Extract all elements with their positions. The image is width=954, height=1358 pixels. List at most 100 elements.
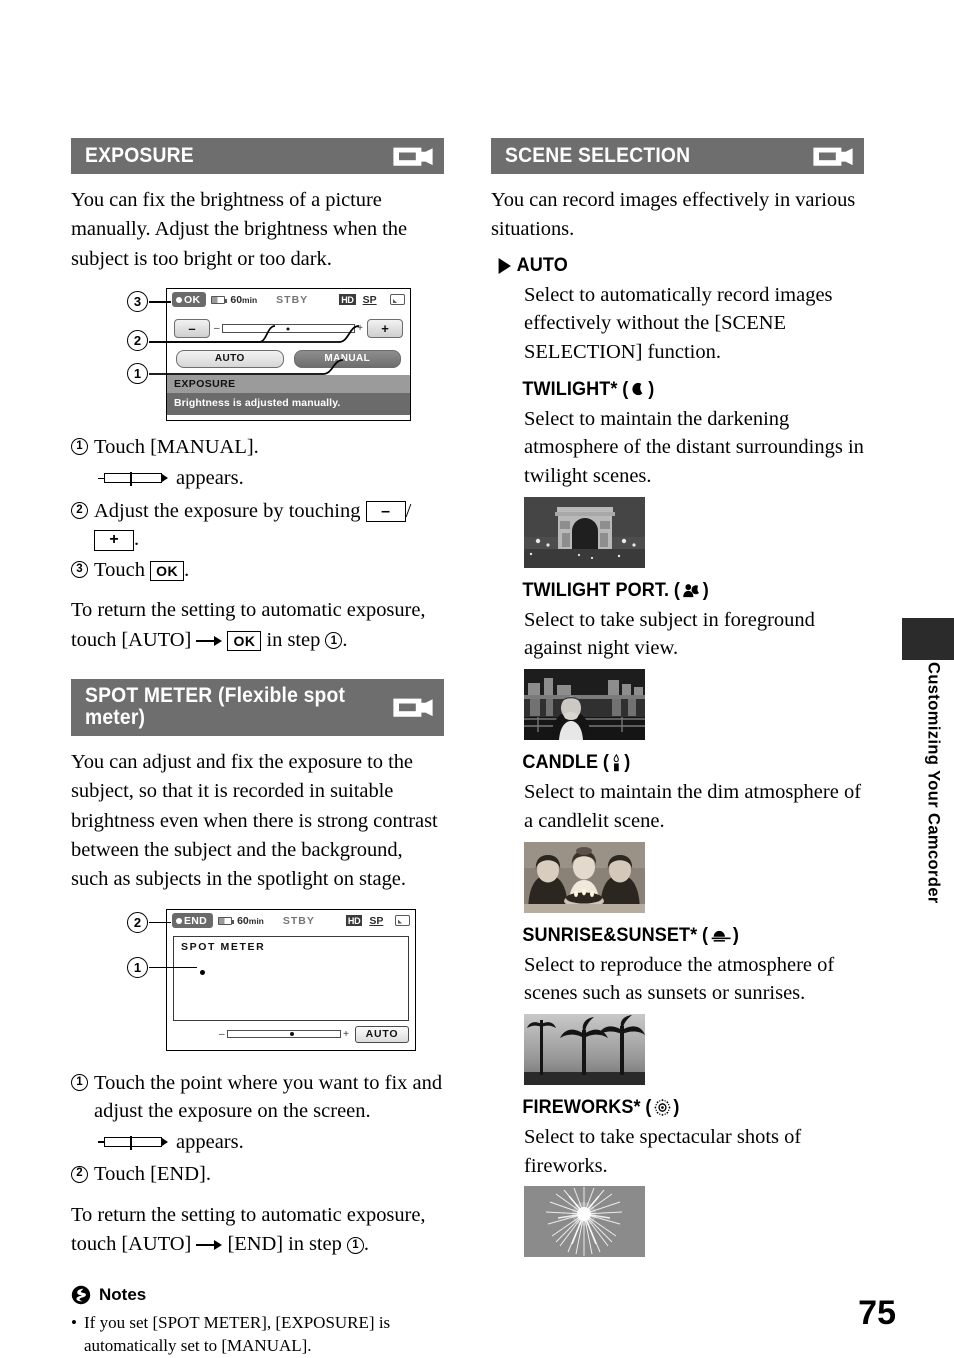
- spot-meter-area-title: SPOT METER: [181, 940, 266, 953]
- step-text: Adjust the exposure by touching – / +.: [94, 497, 444, 554]
- page-title-exposure: EXPOSURE: [85, 143, 194, 167]
- scene-item-heading: TWILIGHT * ( ): [522, 378, 655, 400]
- side-tab: Customizing Your Camcorder: [920, 662, 946, 962]
- portrait-night-city-photo: [524, 669, 645, 741]
- quality-hd-badge: HD: [345, 915, 363, 927]
- ok-button[interactable]: OK: [172, 292, 207, 308]
- return-text-mid: in step: [266, 628, 321, 651]
- spot-meter-slider[interactable]: – +: [173, 1029, 349, 1040]
- exposure-screen-diagram: 3 2 1 OK 60min STBY HD SP – – + + AUTO M…: [71, 287, 444, 423]
- scene-item-twilight-port[interactable]: TWILIGHT PORT. ( ) Select to take subjec…: [491, 579, 864, 741]
- scene-item-description: Select to maintain the darkening atmosph…: [524, 407, 864, 488]
- note-bullet: •: [71, 1313, 77, 1333]
- slider-track[interactable]: [226, 1030, 342, 1039]
- scene-item-description: Select to take subject in foreground aga…: [524, 608, 815, 660]
- step-text: Touch [END].: [94, 1163, 211, 1186]
- step2-period: .: [134, 527, 140, 550]
- leader-line-1: [149, 966, 197, 969]
- quality-mode: SP: [362, 293, 377, 306]
- scene-item-fireworks[interactable]: FIREWORKS * ( ) Select to take spectacul…: [491, 1096, 864, 1258]
- scene-item-name: AUTO: [516, 254, 568, 276]
- page-title-scene-selection: SCENE SELECTION: [505, 143, 691, 167]
- spot-meter-lcd-screen: END 60min STBY HD SP SPOT METER – + AUTO: [166, 908, 416, 1051]
- scene-item-heading: SUNRISE&SUNSET * ( ): [522, 924, 739, 946]
- exposure-return-paragraph: To return the setting to automatic expos…: [71, 596, 444, 655]
- media-icon: [395, 915, 410, 927]
- scene-item-sunrise-sunset[interactable]: SUNRISE&SUNSET * ( ) Select to reproduce …: [491, 925, 864, 1085]
- quality-mode: SP: [369, 914, 384, 927]
- scene-item-description: Select to reproduce the atmosphere of sc…: [524, 953, 835, 1005]
- return-text-end: .: [363, 1232, 369, 1255]
- return-text-end: .: [342, 628, 348, 651]
- notes-title: Notes: [99, 1285, 147, 1305]
- page-title-spot-meter: SPOT METER (Flexible spot meter): [85, 684, 346, 730]
- note-item: • If you set [SPOT METER], [EXPOSURE] is…: [71, 1311, 444, 1357]
- fireworks-burst-photo: [524, 1186, 645, 1258]
- scene-item-star: *: [633, 1096, 641, 1118]
- leader-line-2: [149, 921, 171, 924]
- slider-minus-label: –: [219, 1028, 225, 1040]
- step-text: Touch the point where you want to fix an…: [94, 1071, 443, 1122]
- scene-item-auto[interactable]: AUTO Select to automatically record imag…: [491, 255, 864, 367]
- scene-item-name: CANDLE: [522, 752, 599, 774]
- step-1: 1 Touch [MANUAL].: [71, 433, 444, 461]
- step-text-label: Adjust the exposure by touching: [94, 499, 361, 522]
- battery-icon: [211, 295, 228, 304]
- step-number: 2: [71, 501, 94, 558]
- scene-item-name: SUNRISE&SUNSET: [522, 924, 691, 946]
- key-separator: /: [405, 499, 412, 522]
- scene-item-heading: AUTO: [491, 255, 845, 277]
- spot-meter-touch-area[interactable]: SPOT METER: [173, 935, 409, 1021]
- page-number: 75: [858, 1294, 896, 1332]
- palm-trees-sunset-photo: [524, 1013, 645, 1085]
- appears-label: appears.: [176, 1131, 244, 1154]
- callout-2: 2: [127, 911, 148, 933]
- record-state: STBY: [276, 293, 309, 306]
- spot-meter-bottom-row: – + AUTO: [167, 1021, 415, 1045]
- exposure-steps: 1 Touch [MANUAL]. appears. 2 Adjust the …: [71, 433, 444, 584]
- arrow-right-icon: [196, 1239, 223, 1251]
- spot-meter-screen-diagram: 2 1 END 60min STBY HD SP SPOT METER – + …: [71, 908, 444, 1057]
- record-state: STBY: [282, 914, 315, 927]
- return-text-mid: [END] in step: [227, 1232, 342, 1255]
- fireworks-icon: [654, 1099, 671, 1117]
- step-text-label: Touch: [94, 559, 145, 582]
- step-2: 2 Touch [END].: [71, 1160, 444, 1188]
- callout-1: 1: [127, 362, 148, 384]
- callout-2: 2: [127, 329, 148, 351]
- step3-period: .: [184, 559, 190, 582]
- candle-icon: [613, 754, 620, 772]
- manual-page: EXPOSURE You can fix the brightness of a…: [0, 0, 954, 1357]
- exposure-desc-band: Brightness is adjusted manually.: [167, 392, 410, 415]
- slider-plus-label: +: [343, 1028, 349, 1040]
- ok-key-glyph: OK: [150, 561, 185, 582]
- camcorder-icon: [393, 699, 433, 718]
- scene-item-name: TWILIGHT PORT.: [522, 579, 670, 601]
- scene-item-star: *: [690, 924, 698, 946]
- right-column: SCENE SELECTION You can record images ef…: [491, 138, 864, 1261]
- scene-item-twilight[interactable]: TWILIGHT * ( ) Select to maintain the dar…: [491, 379, 864, 568]
- spot-meter-point[interactable]: [200, 969, 205, 975]
- children-birthday-cake-photo: [524, 841, 645, 913]
- leader-line-3: [149, 300, 171, 303]
- note-text: If you set [SPOT METER], [EXPOSURE] is a…: [84, 1313, 391, 1356]
- spot-meter-intro: You can adjust and fix the exposure to t…: [71, 750, 438, 891]
- minus-key-glyph: –: [365, 501, 406, 523]
- arrow-right-icon: [196, 635, 223, 647]
- scene-item-description: Select to take spectacular shots of fire…: [524, 1125, 802, 1177]
- section-header-scene-selection: SCENE SELECTION: [491, 138, 864, 174]
- step-1: 1 Touch the point where you want to fix …: [71, 1069, 444, 1126]
- step-3: 3 Touch OK.: [71, 556, 444, 584]
- scene-item-candle[interactable]: CANDLE ( ) Select to maintain the dim at…: [491, 752, 864, 913]
- sun-horizon-icon: [711, 930, 731, 942]
- section-header-spot-meter: SPOT METER (Flexible spot meter): [71, 678, 444, 736]
- slider-glyph-icon: [98, 1136, 168, 1151]
- end-button[interactable]: END: [172, 913, 214, 929]
- spot-meter-appears-line: appears.: [71, 1128, 444, 1156]
- step-2: 2 Adjust the exposure by touching – / +.: [71, 497, 444, 554]
- media-icon: [390, 294, 405, 306]
- auto-button[interactable]: AUTO: [355, 1025, 409, 1043]
- ok-key-glyph: OK: [227, 630, 262, 651]
- triangle-default-marker: [498, 257, 511, 274]
- exposure-appears-line: appears.: [71, 464, 444, 492]
